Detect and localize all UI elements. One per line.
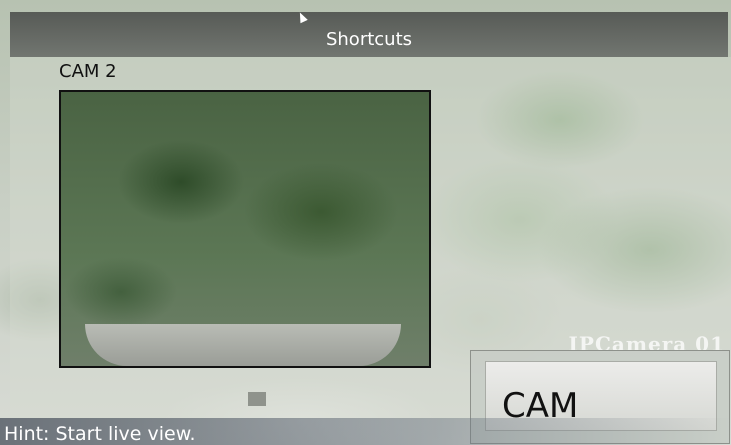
scroll-indicator	[248, 392, 266, 406]
camera-label: CAM 2	[59, 61, 117, 82]
camera-screen: Shortcuts CAM 2 IPCamera 01 CAM Hint: St…	[0, 0, 731, 445]
hint-text: Hint: Start live view.	[4, 423, 196, 445]
camera-preview-window[interactable]	[59, 90, 431, 368]
shortcuts-header: Shortcuts	[10, 12, 728, 57]
header-title: Shortcuts	[325, 29, 413, 50]
preview-image-pot	[85, 324, 401, 366]
